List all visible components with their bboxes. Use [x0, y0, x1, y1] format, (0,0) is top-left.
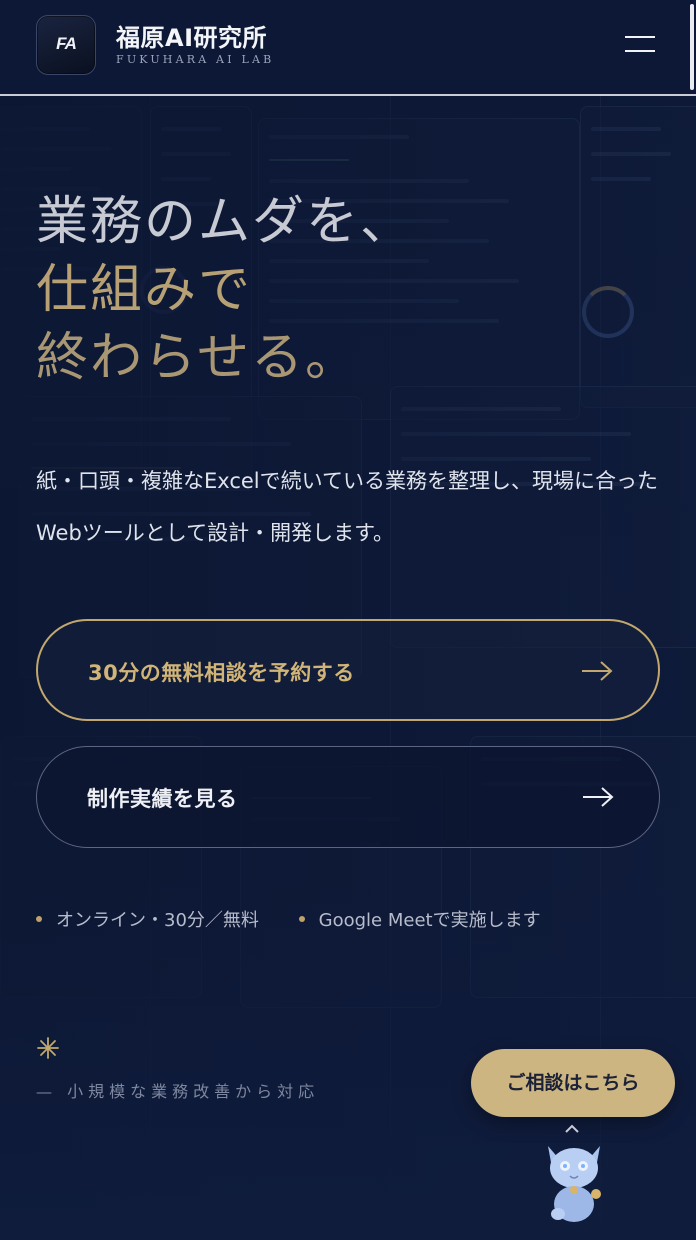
site-header: FA 福原AI研究所 FUKUHARA AI LAB — [0, 0, 696, 96]
hero-lead: 紙・口頭・複雑なExcelで続いている業務を整理し、現場に合ったWebツールとし… — [36, 469, 658, 545]
bullet-icon — [298, 916, 305, 922]
note-item: Google Meetで実施します — [298, 906, 541, 932]
logo[interactable]: FA — [36, 15, 96, 75]
hero-title: 業務のムダを、 仕組みで 終わらせる。 — [36, 188, 414, 392]
sparkle-icon — [37, 1037, 59, 1059]
hero-tagline: — 小規模な業務改善から対応 — [36, 1082, 320, 1101]
brand-name[interactable]: 福原AI研究所 — [116, 18, 267, 53]
hero-title-line-2: 仕組みで — [36, 260, 253, 320]
bullet-icon — [36, 916, 42, 922]
chevron-up-icon[interactable] — [564, 1124, 580, 1134]
logo-mark: FA — [56, 34, 77, 53]
hero-title-line-3: 終わらせる。 — [36, 328, 359, 388]
hero-title-line-1: 業務のムダを、 — [36, 192, 415, 252]
arrow-right-icon — [583, 787, 614, 807]
arrow-right-icon — [582, 661, 613, 681]
scrollbar[interactable] — [690, 4, 694, 90]
cat-mascot-icon[interactable] — [534, 1138, 614, 1224]
consultation-notes: オンライン・30分／無料 Google Meetで実施します — [36, 906, 575, 932]
note-item: オンライン・30分／無料 — [36, 906, 259, 932]
consult-floating-button[interactable]: ご相談はこちら — [471, 1049, 675, 1117]
view-works-button[interactable]: 制作実績を見る — [36, 746, 660, 848]
book-consultation-label: 30分の無料相談を予約する — [88, 661, 355, 685]
brand-subtitle: FUKUHARA AI LAB — [116, 53, 275, 66]
hamburger-menu-icon[interactable] — [620, 30, 660, 60]
view-works-label: 制作実績を見る — [87, 787, 238, 811]
book-consultation-button[interactable]: 30分の無料相談を予約する — [36, 619, 660, 721]
